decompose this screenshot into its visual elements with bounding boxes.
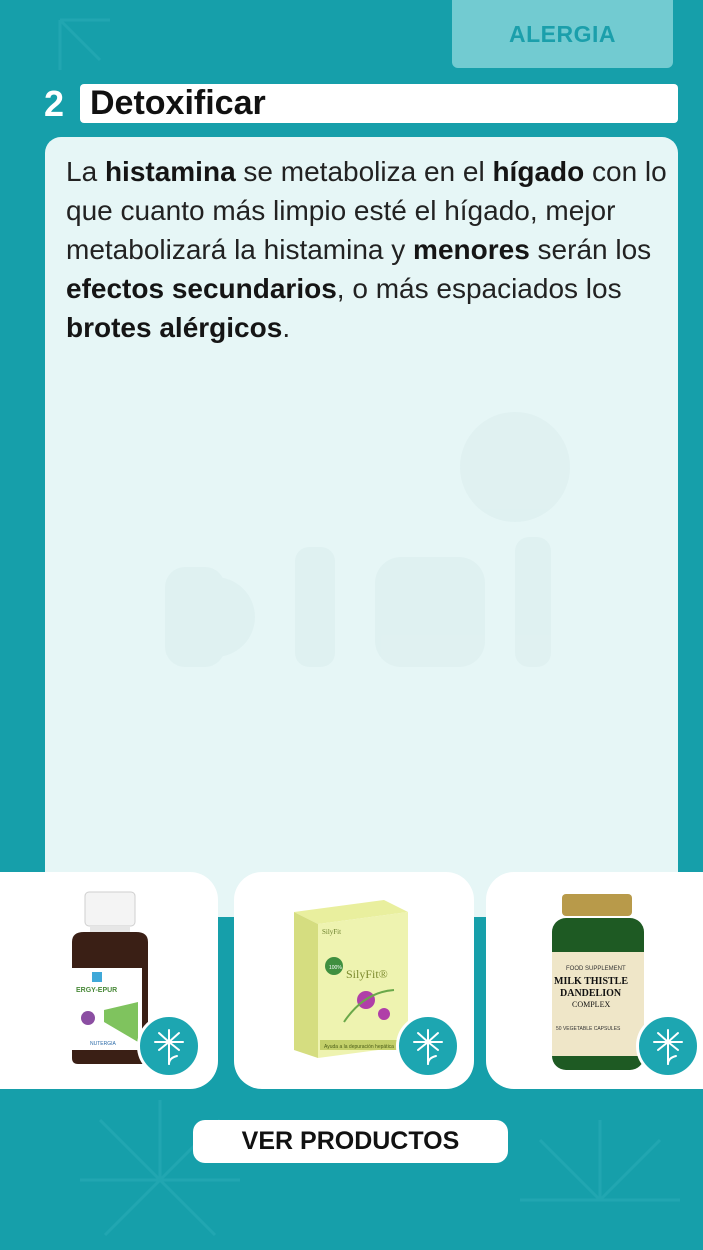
dandelion-icon <box>154 1029 184 1065</box>
product-brand: SilyFit® <box>346 967 388 981</box>
section-header: 2 <box>44 83 80 124</box>
section-title-bar: Detoxificar <box>80 84 678 123</box>
text-segment: se metaboliza en el <box>235 156 493 187</box>
dandelion-icon <box>653 1029 683 1065</box>
dandelion-icon <box>413 1029 443 1065</box>
section-title: Detoxificar <box>90 84 266 122</box>
highlight-brotes: brotes alérgicos <box>66 312 283 343</box>
description-paragraph: La histamina se metaboliza en el hígado … <box>66 152 676 347</box>
text-segment: , o más espaciados los <box>336 273 622 304</box>
dandelion-badge <box>396 1014 460 1078</box>
highlight-higado: hígado <box>492 156 585 187</box>
product-line2: MILK THISTLE <box>554 976 628 987</box>
highlight-menores: menores <box>413 234 530 265</box>
highlight-efectos: efectos secundarios <box>66 273 337 304</box>
product-brand: ERGY-EPUR <box>76 987 117 994</box>
text-segment: La <box>66 156 105 187</box>
product-caption: Ayuda a la depuración hepática <box>324 1044 394 1050</box>
category-tag: ALERGIA <box>452 0 673 68</box>
product-line5: 50 VEGETABLE CAPSULES <box>556 1026 621 1032</box>
product-brand-side: SilyFit <box>322 928 341 936</box>
highlight-histamina: histamina <box>104 156 236 187</box>
step-number: 2 <box>44 83 65 124</box>
product-line3: DANDELION <box>560 988 622 999</box>
product-line1: FOOD SUPPLEMENT <box>566 966 626 972</box>
dandelion-badge <box>636 1014 700 1078</box>
dandelion-badge <box>137 1014 201 1078</box>
ver-productos-button[interactable]: VER PRODUCTOS <box>193 1120 508 1163</box>
text-segment: serán los <box>529 234 652 265</box>
product-natural-badge: 100% <box>329 965 342 971</box>
text-segment: . <box>282 312 291 343</box>
product-line4: COMPLEX <box>572 1000 610 1009</box>
product-maker: NUTERGIA <box>90 1041 117 1047</box>
category-tag-label: ALERGIA <box>509 20 616 47</box>
